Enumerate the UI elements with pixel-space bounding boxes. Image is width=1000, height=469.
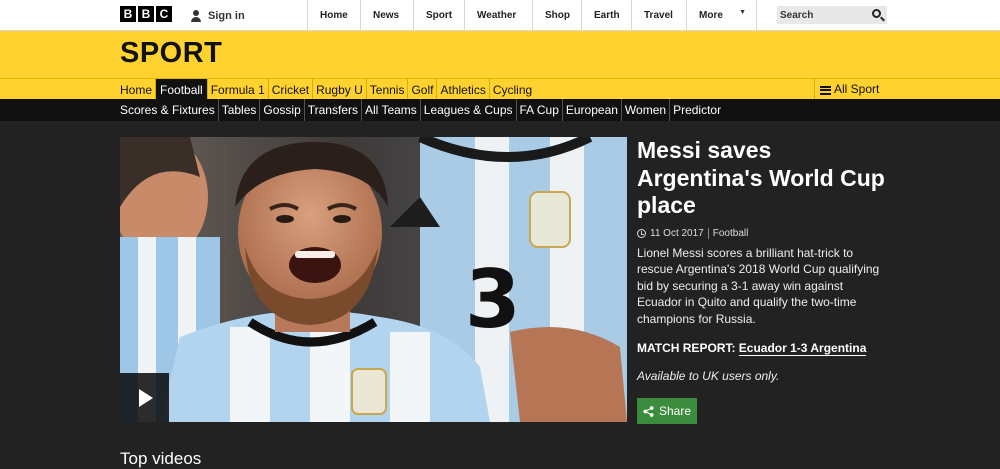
sign-in-link[interactable]: Sign in	[190, 0, 245, 31]
sign-in-label: Sign in	[208, 9, 245, 22]
story-summary: Lionel Messi scores a brilliant hat-tric…	[637, 245, 880, 326]
subnav-tables[interactable]: Tables	[219, 99, 261, 121]
subnav-transfers[interactable]: Transfers	[305, 99, 362, 121]
story-date: 11 Oct 2017	[650, 227, 704, 239]
play-button[interactable]	[120, 373, 169, 422]
subnav-scores-fixtures[interactable]: Scores & Fixtures	[117, 99, 219, 121]
nav-earth[interactable]: Earth	[581, 0, 631, 31]
user-icon	[190, 9, 202, 22]
subnav-european[interactable]: European	[563, 99, 622, 121]
sport-nav-football[interactable]: Football	[156, 79, 208, 99]
subnav-leagues-cups[interactable]: Leagues & Cups	[421, 99, 517, 121]
nav-news[interactable]: News	[360, 0, 413, 31]
story-meta: 11 Oct 2017 Football	[637, 227, 887, 239]
all-sport-button[interactable]: All Sport	[814, 79, 879, 99]
sport-nav-home[interactable]: Home	[117, 79, 157, 99]
logo-letter: B	[120, 6, 136, 22]
sport-title[interactable]: SPORT	[120, 37, 222, 70]
match-report-prefix: MATCH REPORT:	[637, 341, 736, 355]
share-label: Share	[658, 404, 692, 418]
nav-shop[interactable]: Shop	[532, 0, 581, 31]
sport-header: SPORT Home Football Formula 1 Cricket Ru…	[0, 31, 1000, 99]
sport-nav-cycling[interactable]: Cycling	[490, 79, 535, 99]
player-photo: 3	[120, 137, 627, 422]
subnav-all-teams[interactable]: All Teams	[362, 99, 421, 121]
search-box[interactable]	[777, 6, 887, 24]
global-nav: Home News Sport Weather Shop Earth Trave…	[307, 0, 757, 31]
nav-weather[interactable]: Weather	[464, 0, 532, 31]
meta-divider	[707, 227, 709, 239]
chevron-down-icon: ▼	[739, 9, 746, 16]
search-input[interactable]	[777, 9, 865, 21]
clock-icon	[637, 228, 646, 238]
nav-travel[interactable]: Travel	[631, 0, 686, 31]
logo-letter: C	[156, 6, 172, 22]
bbc-logo[interactable]: B B C	[120, 6, 172, 22]
all-sport-label: All Sport	[834, 82, 880, 96]
share-button[interactable]: Share	[637, 398, 697, 424]
nav-home[interactable]: Home	[307, 0, 360, 31]
subnav-fa-cup[interactable]: FA Cup	[517, 99, 563, 121]
football-subnav: Scores & Fixtures Tables Gossip Transfer…	[0, 99, 1000, 121]
sport-nav-athletics[interactable]: Athletics	[437, 79, 490, 99]
nav-more-label: More	[699, 10, 723, 21]
sport-nav: Home Football Formula 1 Cricket Rugby U …	[0, 78, 1000, 99]
match-report-link[interactable]: Ecuador 1-3 Argentina	[738, 341, 867, 356]
match-report: MATCH REPORT: Ecuador 1-3 Argentina	[637, 341, 887, 356]
sport-nav-formula-1[interactable]: Formula 1	[208, 79, 269, 99]
subnav-women[interactable]: Women	[622, 99, 671, 121]
nav-sport[interactable]: Sport	[413, 0, 464, 31]
lead-story: Messi saves Argentina's World Cup place …	[637, 137, 887, 424]
logo-letter: B	[138, 6, 154, 22]
subnav-gossip[interactable]: Gossip	[260, 99, 305, 121]
top-videos-heading: Top videos	[120, 449, 202, 468]
sport-nav-tennis[interactable]: Tennis	[367, 79, 409, 99]
story-headline[interactable]: Messi saves Argentina's World Cup place	[637, 137, 887, 220]
sport-nav-golf[interactable]: Golf	[408, 79, 438, 99]
story-category[interactable]: Football	[713, 228, 749, 239]
share-icon	[643, 405, 654, 417]
sport-nav-cricket[interactable]: Cricket	[269, 79, 314, 99]
nav-more[interactable]: More ▼	[686, 0, 757, 31]
bbc-global-nav: B B C Sign in Home News Sport Weather Sh…	[0, 0, 1000, 31]
subnav-predictor[interactable]: Predictor	[670, 99, 724, 121]
menu-icon	[820, 85, 831, 95]
search-icon[interactable]	[872, 9, 881, 18]
play-icon	[139, 388, 153, 407]
sport-nav-rugby-union[interactable]: Rugby U	[313, 79, 367, 99]
availability-note: Available to UK users only.	[637, 369, 780, 383]
hero-video-thumbnail[interactable]: 3	[120, 137, 627, 422]
